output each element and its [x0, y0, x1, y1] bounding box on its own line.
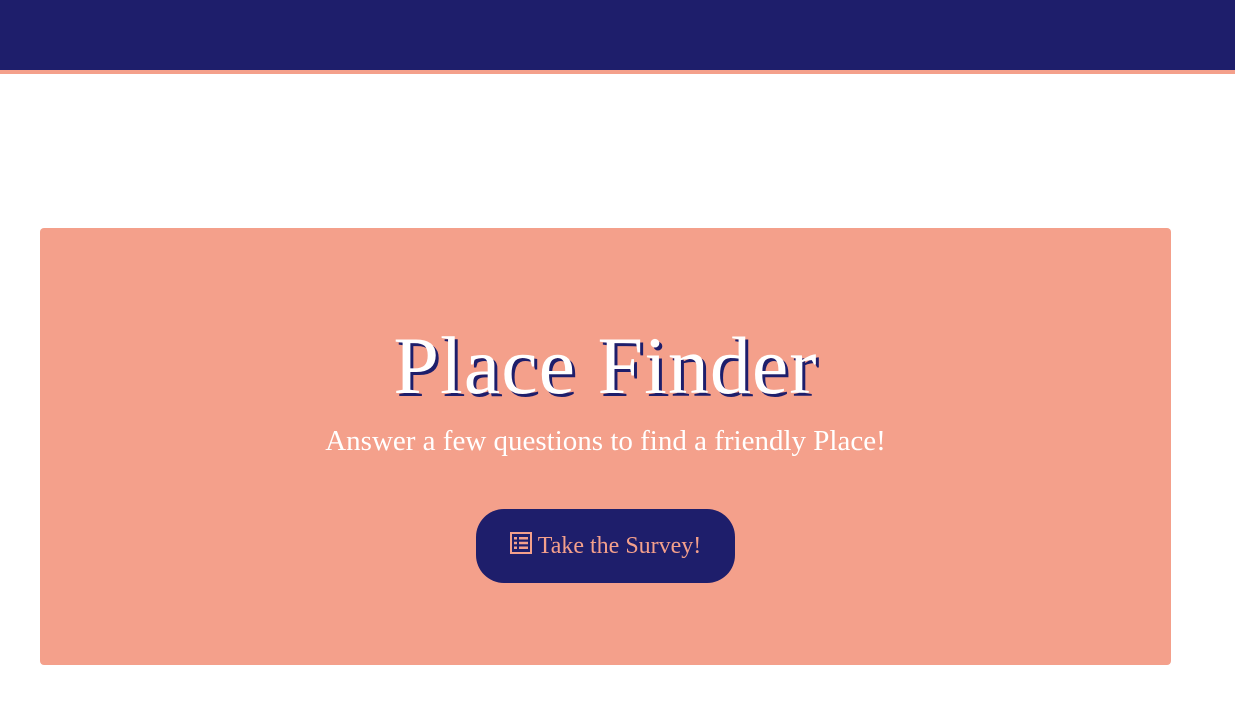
page-subtitle: Answer a few questions to find a friendl…	[325, 425, 886, 457]
take-survey-label: Take the Survey!	[537, 532, 702, 559]
top-navbar	[0, 0, 1235, 74]
hero-jumbotron: Place Finder Answer a few questions to f…	[40, 228, 1171, 665]
list-icon	[509, 532, 532, 554]
page-title: Place Finder	[393, 320, 818, 411]
take-survey-button[interactable]: Take the Survey!	[476, 509, 735, 583]
